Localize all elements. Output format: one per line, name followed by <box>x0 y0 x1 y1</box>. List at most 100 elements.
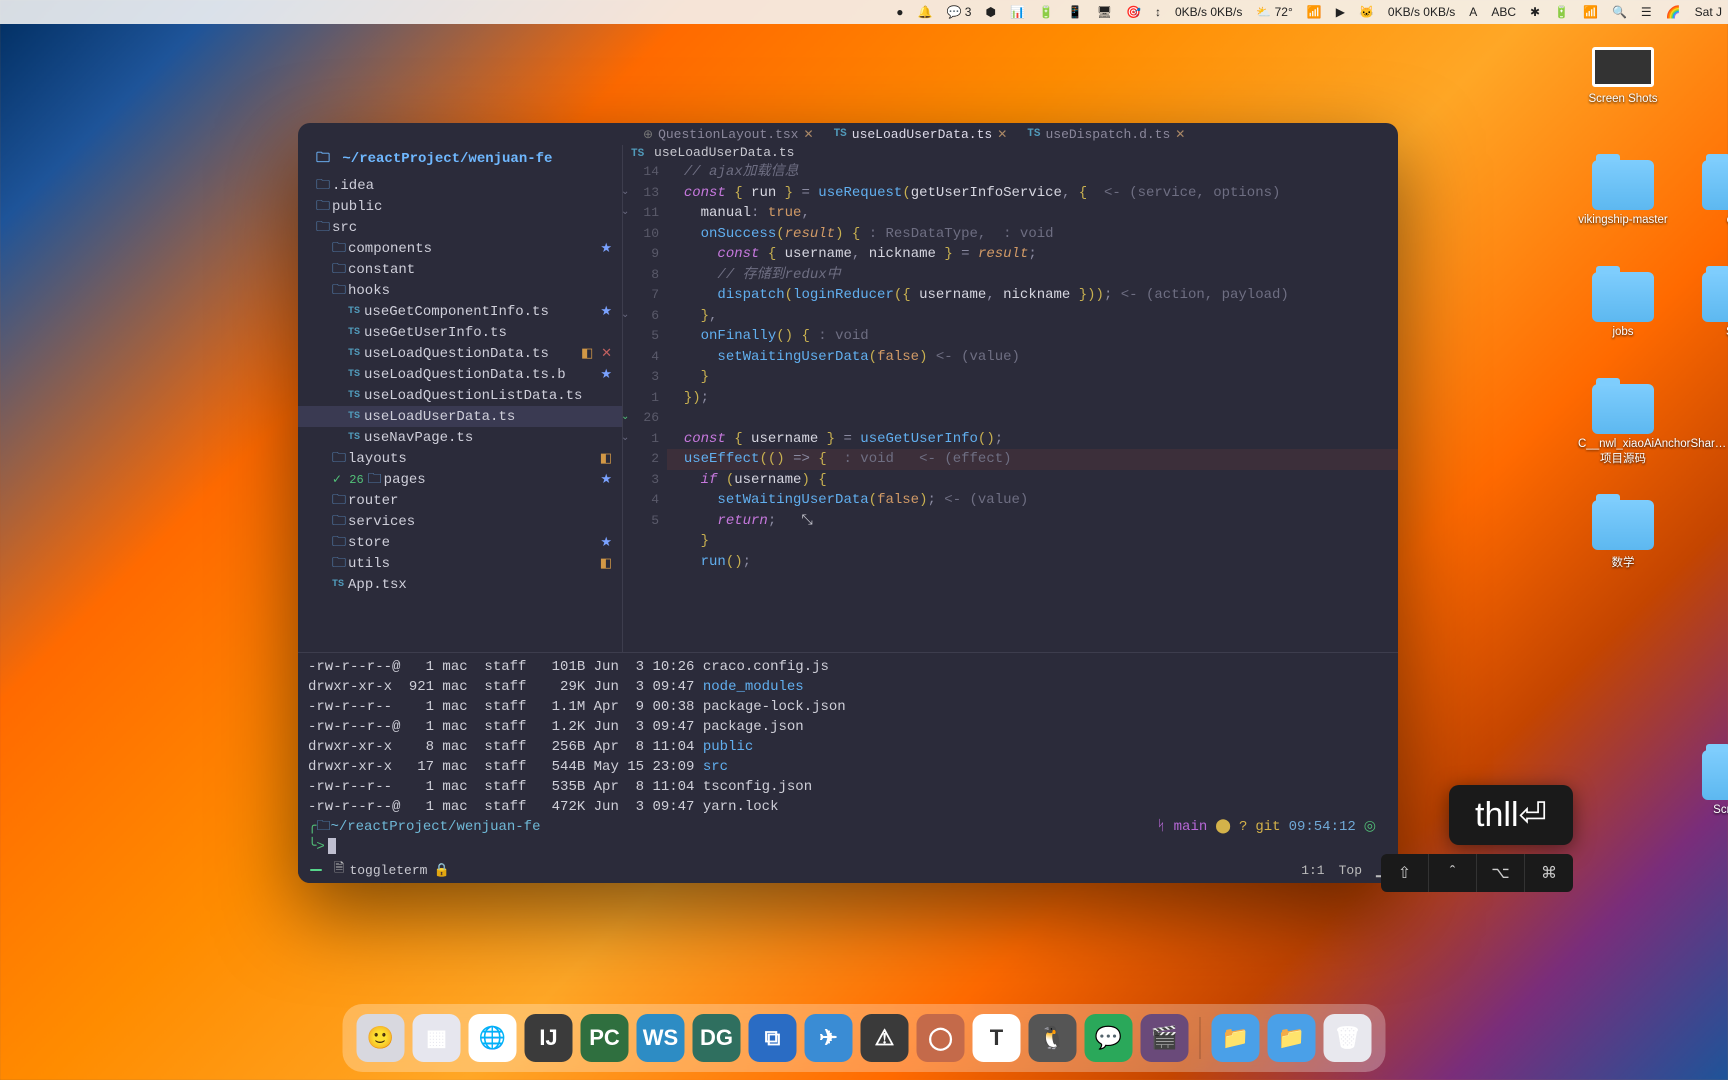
menubar-item[interactable]: 🎯 <box>1126 5 1141 19</box>
dock-app[interactable]: 🎬 <box>1141 1014 1189 1062</box>
dock-app[interactable]: ✈ <box>805 1014 853 1062</box>
close-icon[interactable]: ✕ <box>804 127 814 142</box>
editor-tab[interactable]: ⊕QuestionLayout.tsx✕ <box>643 127 814 142</box>
editor-tab[interactable]: TSuseLoadUserData.ts✕ <box>834 127 1008 142</box>
tree-row[interactable]: TSuseGetComponentInfo.ts★ <box>298 301 622 322</box>
desktop-icon[interactable]: C__nwl_xiaoAiAnchorShar…项目源码 <box>1578 384 1668 466</box>
close-icon[interactable]: ✕ <box>997 127 1007 142</box>
code-line[interactable]: const { username } = useGetUserInfo(); <box>667 429 1398 450</box>
code-lines[interactable]: // ajax加载信息 const { run } = useRequest(g… <box>667 162 1398 652</box>
tree-row[interactable]: TSuseLoadQuestionListData.ts <box>298 385 622 406</box>
menubar-item[interactable]: Sat J <box>1695 5 1722 19</box>
menubar-item[interactable]: ☰ <box>1641 5 1652 19</box>
desktop-icon[interactable]: vikingship-master <box>1578 160 1668 226</box>
menubar-item[interactable]: A <box>1469 5 1477 19</box>
menubar-item[interactable]: 📶 <box>1307 5 1322 19</box>
code-line[interactable]: const { run } = useRequest(getUserInfoSe… <box>667 183 1398 204</box>
dock-app[interactable]: ⚠ <box>861 1014 909 1062</box>
tree-row[interactable]: TSuseGetUserInfo.ts <box>298 322 622 343</box>
desktop-icon[interactable]: 数学 <box>1578 500 1668 570</box>
terminal-prompt[interactable]: ╭ 🗀 ~/reactProject/wenjuan-feᛋ main⬤?git… <box>308 817 1388 837</box>
close-icon[interactable]: ✕ <box>1175 127 1185 142</box>
code-line[interactable]: // ajax加载信息 <box>667 162 1398 183</box>
menubar-item[interactable]: 📱 <box>1068 5 1083 19</box>
tree-row[interactable]: 🗀components★ <box>298 238 622 259</box>
code-line[interactable]: setWaitingUserData(false); <- (value) <box>667 490 1398 511</box>
dock-app[interactable]: 🙂 <box>357 1014 405 1062</box>
menubar-item[interactable]: ABC <box>1491 5 1516 19</box>
dock-app[interactable]: T <box>973 1014 1021 1062</box>
tree-row[interactable]: TSApp.tsx <box>298 574 622 595</box>
code-line[interactable]: setWaitingUserData(false) <- (value) <box>667 347 1398 368</box>
dock-app[interactable]: 🐧 <box>1029 1014 1077 1062</box>
fold-icon[interactable]: ⌄ <box>623 203 629 224</box>
dock-app[interactable]: 🌐 <box>469 1014 517 1062</box>
desktop-icon[interactable]: Scr 202 <box>1688 750 1728 816</box>
menubar-item[interactable]: 🔔 <box>918 5 933 19</box>
menubar-item[interactable]: 🔋 <box>1039 5 1054 19</box>
code-line[interactable]: }, <box>667 306 1398 327</box>
dock-app[interactable]: DG <box>693 1014 741 1062</box>
dock-app[interactable]: WS <box>637 1014 685 1062</box>
fold-icon[interactable]: ⌄ <box>623 183 629 204</box>
menubar-item[interactable]: 🖥 <box>1097 5 1112 19</box>
menubar-item[interactable]: 0KB/s 0KB/s <box>1388 5 1455 19</box>
code-line[interactable]: onFinally() { : void <box>667 326 1398 347</box>
tree-row[interactable]: TSuseNavPage.ts <box>298 427 622 448</box>
menubar-item[interactable]: 📊 <box>1010 5 1025 19</box>
tree-row[interactable]: 🗀store★ <box>298 532 622 553</box>
fold-icon[interactable]: ⌄ <box>623 306 629 327</box>
code-line[interactable]: const { username, nickname } = result; <box>667 244 1398 265</box>
code-line[interactable]: manual: true, <box>667 203 1398 224</box>
tree-row[interactable]: 🗀constant <box>298 259 622 280</box>
menubar-item[interactable]: ✱ <box>1530 5 1540 19</box>
desktop-icon[interactable]: jobs <box>1578 272 1668 338</box>
menubar-item[interactable]: 🔋 <box>1554 5 1569 19</box>
desktop-icon[interactable]: Sp <box>1688 272 1728 338</box>
tree-row[interactable]: 🗀layouts◧ <box>298 448 622 469</box>
tree-row[interactable]: 🗀router <box>298 490 622 511</box>
tree-row[interactable]: ✓ 26🗀pages★ <box>298 469 622 490</box>
menubar-item[interactable]: ⬢ <box>985 5 995 19</box>
tree-row[interactable]: 🗀services <box>298 511 622 532</box>
dock-app[interactable]: ▦ <box>413 1014 461 1062</box>
menubar-item[interactable]: ▶ <box>1336 5 1345 19</box>
terminal-input[interactable]: ╰> <box>308 837 1388 857</box>
tree-row[interactable]: TSuseLoadUserData.ts <box>298 406 622 427</box>
code-line[interactable]: } <box>667 531 1398 552</box>
menubar-item[interactable]: 💬 3 <box>947 5 972 19</box>
code-line[interactable]: useEffect(() => { : void <- (effect) <box>667 449 1398 470</box>
code-line[interactable]: dispatch(loginReducer({ username, nickna… <box>667 285 1398 306</box>
tree-row[interactable]: 🗀hooks <box>298 280 622 301</box>
dock[interactable]: 🙂▦🌐IJPCWSDG⧉✈⚠◯T🐧💬🎬📁📁🗑 <box>343 1004 1386 1072</box>
tree-row[interactable]: TSuseLoadQuestionData.ts◧ ✕ <box>298 343 622 364</box>
dock-app[interactable]: 📁 <box>1268 1014 1316 1062</box>
code-line[interactable] <box>667 408 1398 429</box>
menubar-item[interactable]: 🔍 <box>1612 5 1627 19</box>
tree-row[interactable]: 🗀utils◧ <box>298 553 622 574</box>
menubar-item[interactable]: ⛅ 72° <box>1256 5 1292 19</box>
menubar-item[interactable]: ↕ <box>1155 5 1161 19</box>
menubar-item[interactable]: 📶 <box>1583 5 1598 19</box>
desktop-icon[interactable]: Screen Shots <box>1578 47 1668 105</box>
tree-row[interactable]: 🗀src <box>298 217 622 238</box>
dock-app[interactable]: ⧉ <box>749 1014 797 1062</box>
fold-icon[interactable]: ⌄ <box>623 429 629 450</box>
code-line[interactable]: onSuccess(result) { : ResDataType, : voi… <box>667 224 1398 245</box>
code-line[interactable]: // 存储到redux中 <box>667 265 1398 286</box>
desktop-icon[interactable]: e2 <box>1688 160 1728 226</box>
terminal-panel[interactable]: -rw-r--r--@ 1 mac staff 101B Jun 3 10:26… <box>298 652 1398 857</box>
code-line[interactable]: }); <box>667 388 1398 409</box>
code-line[interactable]: if (username) { <box>667 470 1398 491</box>
code-line[interactable]: return; ⤡ <box>667 511 1398 532</box>
tree-row[interactable]: 🗀.idea <box>298 175 622 196</box>
editor-tab[interactable]: TSuseDispatch.d.ts✕ <box>1027 127 1185 142</box>
dock-app[interactable]: ◯ <box>917 1014 965 1062</box>
menubar-item[interactable]: 0KB/s 0KB/s <box>1175 5 1242 19</box>
tree-row[interactable]: TSuseLoadQuestionData.ts.b★ <box>298 364 622 385</box>
code-line[interactable]: } <box>667 367 1398 388</box>
code-line[interactable]: run(); <box>667 552 1398 573</box>
menubar-item[interactable]: 🐱 <box>1359 5 1374 19</box>
fold-icon[interactable]: ⌄ <box>623 408 629 429</box>
dock-app[interactable]: PC <box>581 1014 629 1062</box>
